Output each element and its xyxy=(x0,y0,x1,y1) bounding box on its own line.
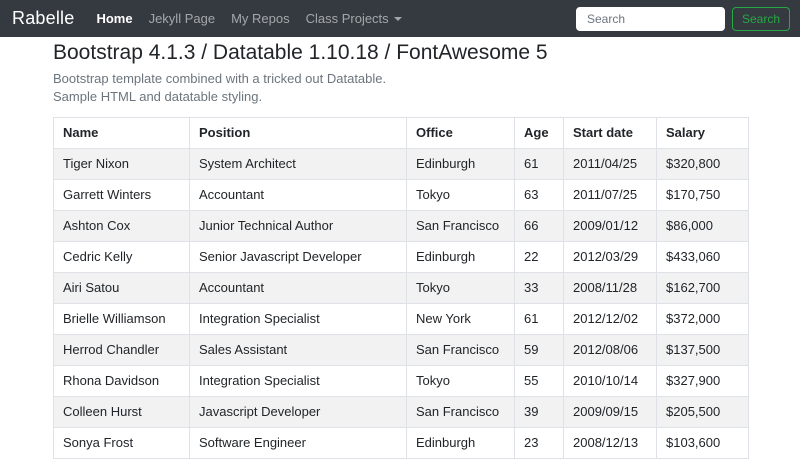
table-row: Brielle Williamson Integration Specialist… xyxy=(53,303,749,335)
table-cell-position: Sales Assistant xyxy=(189,334,407,366)
table-cell-start-date: 2010/10/14 xyxy=(563,365,657,397)
table-cell-start-date: 2011/04/25 xyxy=(563,148,657,180)
column-header-start-date[interactable]: Start date xyxy=(563,117,657,149)
nav-item-class-projects[interactable]: Class Projects xyxy=(298,11,410,26)
table-cell-salary: $86,000 xyxy=(656,210,749,242)
table-cell-office: Edinburgh xyxy=(406,427,515,459)
table-cell-salary: $327,900 xyxy=(656,365,749,397)
table-cell-age: 23 xyxy=(514,427,564,459)
brand-link[interactable]: Rabelle xyxy=(12,8,74,29)
table-cell-salary: $320,800 xyxy=(656,148,749,180)
column-header-office[interactable]: Office xyxy=(406,117,515,149)
table-row: Tiger Nixon System Architect Edinburgh 61 20… xyxy=(53,148,749,180)
navbar: Rabelle Home Jekyll Page My Repos Class Pro… xyxy=(0,0,800,37)
table-cell-office: Tokyo xyxy=(406,272,515,304)
table-header-row: Name Position Office Age Start date Salary xyxy=(53,117,749,149)
table-cell-position: Junior Technical Author xyxy=(189,210,407,242)
caret-down-icon xyxy=(393,17,402,21)
page-title: Bootstrap 4.1.3 / Datatable 1.10.18 / Fo… xyxy=(53,41,548,64)
table-row: Rhona Davidson Integration Specialist Toky… xyxy=(53,365,749,397)
table-cell-office: San Francisco xyxy=(406,334,515,366)
table-cell-salary: $170,750 xyxy=(656,179,749,211)
table-cell-name: Rhona Davidson xyxy=(53,365,190,397)
table-cell-salary: $137,500 xyxy=(656,334,749,366)
table-cell-name: Garrett Winters xyxy=(53,179,190,211)
table-cell-name: Airi Satou xyxy=(53,272,190,304)
nav-item-jekyll-page[interactable]: Jekyll Page xyxy=(141,11,223,26)
search-form: Search xyxy=(575,6,790,31)
table-cell-position: Senior Javascript Developer xyxy=(189,241,407,273)
table-cell-office: Tokyo xyxy=(406,365,515,397)
table-cell-name: Herrod Chandler xyxy=(53,334,190,366)
navbar-nav: Home Jekyll Page My Repos Class Projects xyxy=(88,11,409,26)
nav-item-label: Home xyxy=(96,11,133,26)
table-cell-start-date: 2008/12/13 xyxy=(563,427,657,459)
table-row: Colleen Hurst Javascript Developer San Fra… xyxy=(53,396,749,428)
nav-item-label: Jekyll Page xyxy=(148,11,216,26)
column-header-position[interactable]: Position xyxy=(189,117,407,149)
nav-item-label: Class Projects xyxy=(305,11,389,26)
column-header-salary[interactable]: Salary xyxy=(656,117,749,149)
table-cell-salary: $103,600 xyxy=(656,427,749,459)
table-row: Ashton Cox Junior Technical Author San Fra… xyxy=(53,210,749,242)
table-cell-position: Software Engineer xyxy=(189,427,407,459)
nav-item-my-repos[interactable]: My Repos xyxy=(223,11,298,26)
page-subtitle-1: Bootstrap template combined with a trick… xyxy=(53,71,387,86)
employee-table: Name Position Office Age Start date Salary Ti… xyxy=(53,117,749,459)
table-cell-start-date: 2009/09/15 xyxy=(563,396,657,428)
table-cell-office: San Francisco xyxy=(406,210,515,242)
table-cell-office: Edinburgh xyxy=(406,148,515,180)
table-cell-start-date: 2009/01/12 xyxy=(563,210,657,242)
table-cell-age: 55 xyxy=(514,365,564,397)
table-cell-office: New York xyxy=(406,303,515,335)
nav-item-home[interactable]: Home xyxy=(88,11,140,26)
table-row: Herrod Chandler Sales Assistant San Franci… xyxy=(53,334,749,366)
table-cell-office: Edinburgh xyxy=(406,241,515,273)
table-cell-name: Cedric Kelly xyxy=(53,241,190,273)
nav-item-label: My Repos xyxy=(231,11,290,26)
column-header-name[interactable]: Name xyxy=(53,117,190,149)
table-cell-start-date: 2011/07/25 xyxy=(563,179,657,211)
table-cell-office: San Francisco xyxy=(406,396,515,428)
table-cell-name: Ashton Cox xyxy=(53,210,190,242)
table-cell-office: Tokyo xyxy=(406,179,515,211)
table-header: Name Position Office Age Start date Salary xyxy=(53,117,749,149)
table-cell-name: Sonya Frost xyxy=(53,427,190,459)
table-cell-age: 22 xyxy=(514,241,564,273)
table-cell-position: Accountant xyxy=(189,179,407,211)
table-cell-age: 66 xyxy=(514,210,564,242)
table-row: Sonya Frost Software Engineer Edinburgh 23 2… xyxy=(53,427,749,459)
table-cell-age: 61 xyxy=(514,148,564,180)
table-cell-age: 63 xyxy=(514,179,564,211)
column-header-age[interactable]: Age xyxy=(514,117,564,149)
table-cell-age: 59 xyxy=(514,334,564,366)
table-body: Tiger Nixon System Architect Edinburgh 61 20… xyxy=(53,148,749,459)
table-row: Cedric Kelly Senior Javascript Developer E… xyxy=(53,241,749,273)
table-cell-salary: $162,700 xyxy=(656,272,749,304)
table-cell-age: 39 xyxy=(514,396,564,428)
table-cell-position: Javascript Developer xyxy=(189,396,407,428)
table-cell-start-date: 2008/11/28 xyxy=(563,272,657,304)
table-cell-start-date: 2012/08/06 xyxy=(563,334,657,366)
table-cell-position: Integration Specialist xyxy=(189,303,407,335)
page-subtitle-2: Sample HTML and datatable styling. xyxy=(53,89,263,104)
search-button[interactable]: Search xyxy=(731,6,790,31)
table-cell-start-date: 2012/12/02 xyxy=(563,303,657,335)
table-row: Airi Satou Accountant Tokyo 33 2008/11/28 $16… xyxy=(53,272,749,304)
table-cell-name: Tiger Nixon xyxy=(53,148,190,180)
table-cell-position: Integration Specialist xyxy=(189,365,407,397)
table-cell-salary: $372,000 xyxy=(656,303,749,335)
table-row: Garrett Winters Accountant Tokyo 63 2011/07/… xyxy=(53,179,749,211)
table-cell-position: System Architect xyxy=(189,148,407,180)
table-cell-age: 33 xyxy=(514,272,564,304)
table-cell-name: Brielle Williamson xyxy=(53,303,190,335)
table-cell-position: Accountant xyxy=(189,272,407,304)
table-cell-salary: $205,500 xyxy=(656,396,749,428)
search-input[interactable] xyxy=(575,6,725,31)
table-cell-start-date: 2012/03/29 xyxy=(563,241,657,273)
table-cell-name: Colleen Hurst xyxy=(53,396,190,428)
page-content: Bootstrap 4.1.3 / Datatable 1.10.18 / Fo… xyxy=(0,37,800,459)
table-cell-salary: $433,060 xyxy=(656,241,749,273)
table-cell-age: 61 xyxy=(514,303,564,335)
